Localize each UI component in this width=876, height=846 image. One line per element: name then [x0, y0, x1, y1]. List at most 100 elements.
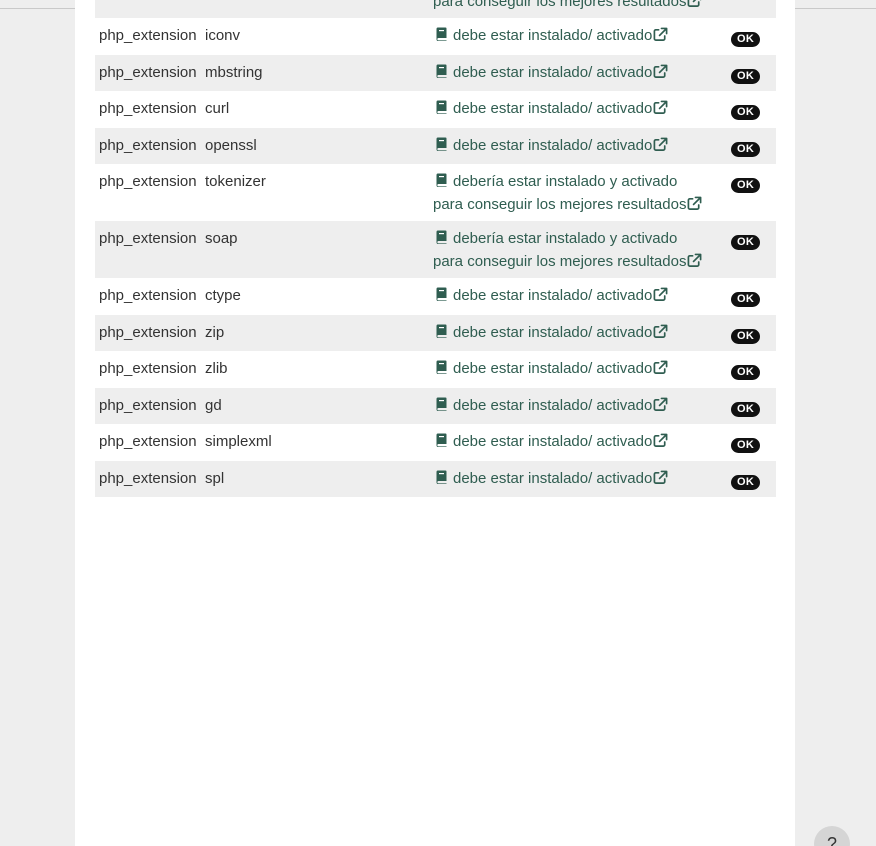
documentation-link[interactable]: debe estar instalado/ activado — [453, 397, 652, 414]
documentation-link[interactable]: debería estar instalado y activado para … — [433, 0, 686, 10]
check-message: debe estar instalado/ activado — [429, 351, 709, 388]
documentation-link[interactable]: debe estar instalado/ activado — [453, 470, 652, 487]
check-message: debería estar instalado y activado para … — [429, 0, 709, 18]
book-icon[interactable] — [436, 64, 447, 78]
check-message: debe estar instalado/ activado — [429, 387, 709, 424]
external-link-icon[interactable] — [653, 27, 668, 42]
documentation-link[interactable]: debería estar instalado y activado para … — [433, 173, 686, 213]
book-icon[interactable] — [436, 470, 447, 484]
check-name: zip — [202, 314, 429, 351]
external-link-icon[interactable] — [653, 397, 668, 412]
table-row: php_extension openssl debe estar instala… — [95, 127, 776, 164]
status-badge: OK — [731, 438, 761, 453]
check-message: debe estar instalado/ activado — [429, 54, 709, 91]
external-link-icon[interactable] — [687, 253, 702, 268]
check-message: debería estar instalado y activado para … — [429, 164, 709, 221]
status-badge: OK — [731, 32, 761, 47]
check-name: spl — [202, 460, 429, 497]
check-name: soap — [202, 221, 429, 278]
book-icon[interactable] — [436, 397, 447, 411]
book-icon[interactable] — [436, 173, 447, 187]
check-message: debe estar instalado/ activado — [429, 424, 709, 461]
check-name: curl — [202, 91, 429, 128]
documentation-link[interactable]: debe estar instalado/ activado — [453, 324, 652, 341]
table-row: php_extension mbstring debe estar instal… — [95, 54, 776, 91]
external-link-icon[interactable] — [653, 287, 668, 302]
table-row: php_extension spl debe estar instalado/ … — [95, 460, 776, 497]
check-type: pcre.unicode — [95, 0, 202, 18]
status-badge: OK — [731, 178, 761, 193]
documentation-link[interactable]: debe estar instalado/ activado — [453, 64, 652, 81]
status-badge: OK — [731, 68, 761, 84]
check-message: debe estar instalado/ activado — [429, 460, 709, 497]
documentation-link[interactable]: debe estar instalado/ activado — [453, 287, 652, 304]
status-cell: OK — [709, 278, 776, 315]
environment-check-table: pcre.unicode debería estar instalado y a… — [95, 0, 776, 497]
external-link-icon[interactable] — [653, 137, 668, 152]
check-name: gd — [202, 387, 429, 424]
status-cell: OK — [709, 18, 776, 55]
book-icon[interactable] — [436, 433, 447, 447]
status-cell: OK — [709, 314, 776, 351]
documentation-link[interactable]: debería estar instalado y activado para … — [433, 230, 686, 270]
external-link-icon[interactable] — [653, 100, 668, 115]
check-name: openssl — [202, 127, 429, 164]
table-row: php_extension simplexml debe estar insta… — [95, 424, 776, 461]
documentation-link[interactable]: debe estar instalado/ activado — [453, 360, 652, 377]
check-message: debe estar instalado/ activado — [429, 278, 709, 315]
status-cell: OK — [709, 127, 776, 164]
status-cell: OK — [709, 424, 776, 461]
book-icon[interactable] — [436, 324, 447, 338]
external-link-icon[interactable] — [687, 0, 702, 8]
documentation-link[interactable]: debe estar instalado/ activado — [453, 27, 652, 44]
check-type: php_extension — [95, 164, 202, 221]
check-type: php_extension — [95, 387, 202, 424]
check-type: php_extension — [95, 424, 202, 461]
book-icon[interactable] — [436, 360, 447, 374]
table-row: php_extension soap debería estar instala… — [95, 221, 776, 278]
book-icon[interactable] — [436, 287, 447, 301]
status-badge: OK — [731, 105, 761, 120]
status-cell: OK — [709, 164, 776, 221]
check-type: php_extension — [95, 278, 202, 315]
book-icon[interactable] — [436, 100, 447, 114]
book-icon[interactable] — [436, 230, 447, 244]
check-name: zlib — [202, 351, 429, 388]
check-type: php_extension — [95, 127, 202, 164]
table-row: php_extension zip debe estar instalado/ … — [95, 314, 776, 351]
external-link-icon[interactable] — [653, 360, 668, 375]
check-type: php_extension — [95, 18, 202, 55]
check-message: debe estar instalado/ activado — [429, 314, 709, 351]
status-badge: OK — [731, 401, 761, 417]
book-icon[interactable] — [436, 137, 447, 151]
status-cell: OK — [709, 351, 776, 388]
check-name: mbstring — [202, 54, 429, 91]
status-cell: OK — [709, 221, 776, 278]
table-row: pcre.unicode debería estar instalado y a… — [95, 0, 776, 18]
check-message: debería estar instalado y activado para … — [429, 221, 709, 278]
documentation-link[interactable]: debe estar instalado/ activado — [453, 433, 652, 450]
external-link-icon[interactable] — [653, 433, 668, 448]
status-cell: OK — [709, 387, 776, 424]
check-message: debe estar instalado/ activado — [429, 91, 709, 128]
status-cell: OK — [709, 0, 776, 18]
book-icon[interactable] — [436, 27, 447, 41]
documentation-link[interactable]: debe estar instalado/ activado — [453, 137, 652, 154]
documentation-link[interactable]: debe estar instalado/ activado — [453, 100, 652, 117]
check-type: php_extension — [95, 351, 202, 388]
table-row: php_extension tokenizer debería estar in… — [95, 164, 776, 221]
check-name: simplexml — [202, 424, 429, 461]
help-button[interactable]: ? — [814, 826, 850, 846]
check-type: php_extension — [95, 460, 202, 497]
status-badge: OK — [731, 328, 761, 344]
check-type: php_extension — [95, 54, 202, 91]
status-cell: OK — [709, 54, 776, 91]
external-link-icon[interactable] — [653, 470, 668, 485]
external-link-icon[interactable] — [687, 196, 702, 211]
table-row: php_extension curl debe estar instalado/… — [95, 91, 776, 128]
external-link-icon[interactable] — [653, 64, 668, 79]
check-name: tokenizer — [202, 164, 429, 221]
check-type: php_extension — [95, 91, 202, 128]
external-link-icon[interactable] — [653, 324, 668, 339]
check-message: debe estar instalado/ activado — [429, 127, 709, 164]
